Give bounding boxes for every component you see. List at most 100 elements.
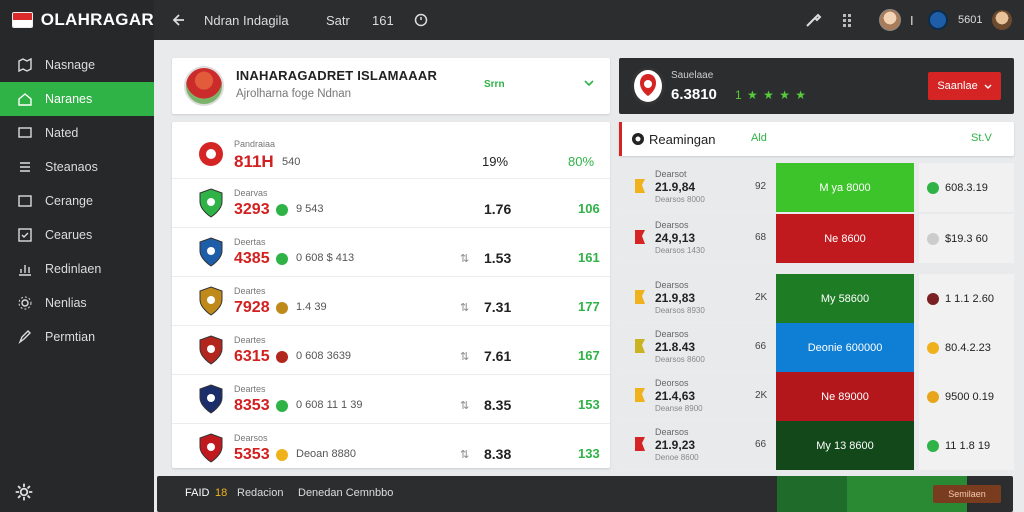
- sidebar-item-2[interactable]: Nated: [0, 116, 154, 150]
- standings-right-header[interactable]: St.V: [971, 132, 992, 144]
- bottom-label: FAID: [185, 487, 210, 499]
- swap-icon[interactable]: ⇅: [460, 252, 469, 265]
- flag-icon: [633, 337, 647, 355]
- sidebar-item-4[interactable]: Cerange: [0, 184, 154, 218]
- table-row[interactable]: Dearsos 5353 Deoan 8880 ⇅ 8.38 133: [172, 424, 610, 473]
- team-rate: 177: [578, 299, 600, 314]
- standings-row[interactable]: Dearsos 24,9,13 Dearsos 1430 68 Ne 8600 $19.3…: [619, 214, 1014, 263]
- row-tail-value: 80.4.2.23: [945, 341, 991, 354]
- sidebar-item-1[interactable]: Naranes: [0, 82, 154, 116]
- table-row[interactable]: Deartes 6315 0 608 3639 ⇅ 7.61 167: [172, 326, 610, 375]
- swap-icon[interactable]: ⇅: [460, 350, 469, 363]
- user-count: I: [910, 12, 914, 28]
- clock-icon[interactable]: [414, 0, 428, 40]
- standings-row[interactable]: Dearsos 21.8.43 Dearsos 8600 66 Deonie 60000…: [619, 323, 1014, 372]
- standings-title: Reamingan: [649, 132, 716, 147]
- select-dropdown-button[interactable]: Saanlae: [928, 72, 1001, 100]
- swap-icon[interactable]: ⇅: [460, 301, 469, 314]
- table-row[interactable]: Deartes 8353 0 608 11 1 39 ⇅ 8.35 153: [172, 375, 610, 424]
- sidebar-item-0[interactable]: Nasnage: [0, 48, 154, 82]
- swap-icon[interactable]: ⇅: [460, 448, 469, 461]
- team-label: Dearsos: [234, 433, 268, 443]
- bottom-action-button[interactable]: Semilaen: [933, 485, 1001, 503]
- bottom-section[interactable]: Redacion: [237, 487, 283, 499]
- status-circle-icon: [927, 232, 939, 245]
- team-value: 8.38: [484, 446, 512, 462]
- team-detail: 1.4 39: [296, 301, 327, 313]
- standings-row[interactable]: Dearsos 21.9,83 Dearsos 8930 2K My 58600 1 1.…: [619, 274, 1014, 323]
- standings-row[interactable]: Dearsot 21.9,84 Dearsos 8000 92 M ya 8000 608…: [619, 163, 1014, 212]
- team-list: Pandraiaa 811H 540 19% 80% Dearvas 3293 9 543 1.…: [172, 122, 610, 473]
- standings-header: Reamingan Ald St.V: [619, 122, 1014, 156]
- checkbox-icon: [16, 226, 34, 244]
- status-dot-icon: [276, 400, 288, 412]
- team-value: 8.35: [484, 397, 512, 413]
- team-rate: 153: [578, 397, 600, 412]
- match-header-card[interactable]: INAHARAGADRET ISLAMAAAR Ajrolharna foge …: [172, 58, 610, 114]
- settings-gear-icon[interactable]: [14, 482, 34, 502]
- table-row[interactable]: Dearvas 3293 9 543 1.76 106: [172, 179, 610, 228]
- sidebar-item-6[interactable]: Redinlaen: [0, 252, 154, 286]
- standings-row[interactable]: Deorsos 21.4,63 Deanse 8900 2K Ne 89000 9500 …: [619, 372, 1014, 421]
- row-label: Deorsos: [655, 378, 689, 388]
- team-detail: 0 608 3639: [296, 350, 352, 362]
- row-tail: 9500 0.19: [919, 372, 1014, 421]
- standings-row[interactable]: Dearsos 21.9,23 Denoe 8600 66 My 13 8600 11 1…: [619, 421, 1014, 470]
- row-tail: 608.3.19: [919, 163, 1014, 212]
- row-sub: Denoe 8600: [655, 453, 699, 462]
- avatar[interactable]: [879, 0, 901, 40]
- status-dot-icon: [276, 449, 288, 461]
- team-label: Pandraiaa: [234, 139, 276, 149]
- team-value: 1.53: [484, 250, 512, 266]
- grid-icon[interactable]: [842, 0, 856, 40]
- swap-icon[interactable]: ⇅: [460, 399, 469, 412]
- filter-tab[interactable]: Satr: [326, 0, 350, 40]
- chevron-down-icon[interactable]: [582, 76, 596, 90]
- status-dot-icon: [276, 253, 288, 265]
- status-circle-icon: [927, 439, 939, 452]
- row-mid: 68: [755, 232, 767, 243]
- brand[interactable]: OLAHRAGAR: [0, 0, 154, 40]
- sidebar-item-label: Naranes: [45, 92, 93, 106]
- status-dot-icon: [276, 302, 288, 314]
- team-detail: 540: [282, 156, 301, 168]
- team-rate: 167: [578, 348, 600, 363]
- row-sub: Dearsos 8600: [655, 355, 705, 364]
- status-circle-icon: [927, 181, 939, 194]
- table-row[interactable]: Pandraiaa 811H 540 19% 80%: [172, 130, 610, 179]
- team-score: 811H: [234, 152, 274, 171]
- team-score: 4385: [234, 250, 270, 267]
- brand-name: OLAHRAGAR: [40, 10, 154, 29]
- row-tail-value: 1 1.1 2.60: [945, 292, 994, 305]
- row-tail: 1 1.1 2.60: [919, 274, 1014, 323]
- row-score: 21.9,83: [655, 291, 696, 305]
- page-title: Ndran Indagila: [204, 12, 289, 28]
- featured-team-panel: Sauelaae 6.3810 1 ★ ★ ★ ★ Saanlae: [619, 58, 1014, 114]
- standings-mid-header: Ald: [751, 132, 767, 144]
- sidebar-item-3[interactable]: Steanaos: [0, 150, 154, 184]
- gear-icon: [16, 294, 34, 312]
- row-bar: M ya 8000: [776, 163, 914, 212]
- row-bar: Ne 89000: [776, 372, 914, 421]
- back-icon[interactable]: [172, 0, 186, 40]
- team-score: 3293: [234, 201, 270, 218]
- sidebar-item-5[interactable]: Cearues: [0, 218, 154, 252]
- table-row[interactable]: Deartes 7928 1.4 39 ⇅ 7.31 177: [172, 277, 610, 326]
- row-score: 21.4,63: [655, 389, 696, 403]
- sidebar-item-7[interactable]: Nenlias: [0, 286, 154, 320]
- globe-icon[interactable]: [928, 0, 948, 40]
- row-sub: Dearsos 1430: [655, 246, 705, 255]
- home-icon: [16, 90, 34, 108]
- sidebar-item-8[interactable]: Permtian: [0, 320, 154, 354]
- ball-icon: [632, 133, 644, 145]
- profile-icon[interactable]: [992, 0, 1012, 40]
- featured-value: 6.3810: [671, 86, 717, 103]
- sidebar-nav: Nasnage Naranes Nated Steanaos Cerange Cearue…: [0, 48, 154, 354]
- team-score: 8353: [234, 397, 270, 414]
- sidebar-item-label: Cearues: [45, 228, 93, 242]
- row-sub: Dearsos 8000: [655, 195, 705, 204]
- tools-icon[interactable]: [804, 0, 822, 40]
- table-row[interactable]: Deertas 4385 0 608 $ 413 ⇅ 1.53 161: [172, 228, 610, 277]
- row-score: 21.9,23: [655, 438, 696, 452]
- row-tail-value: 9500 0.19: [945, 390, 994, 403]
